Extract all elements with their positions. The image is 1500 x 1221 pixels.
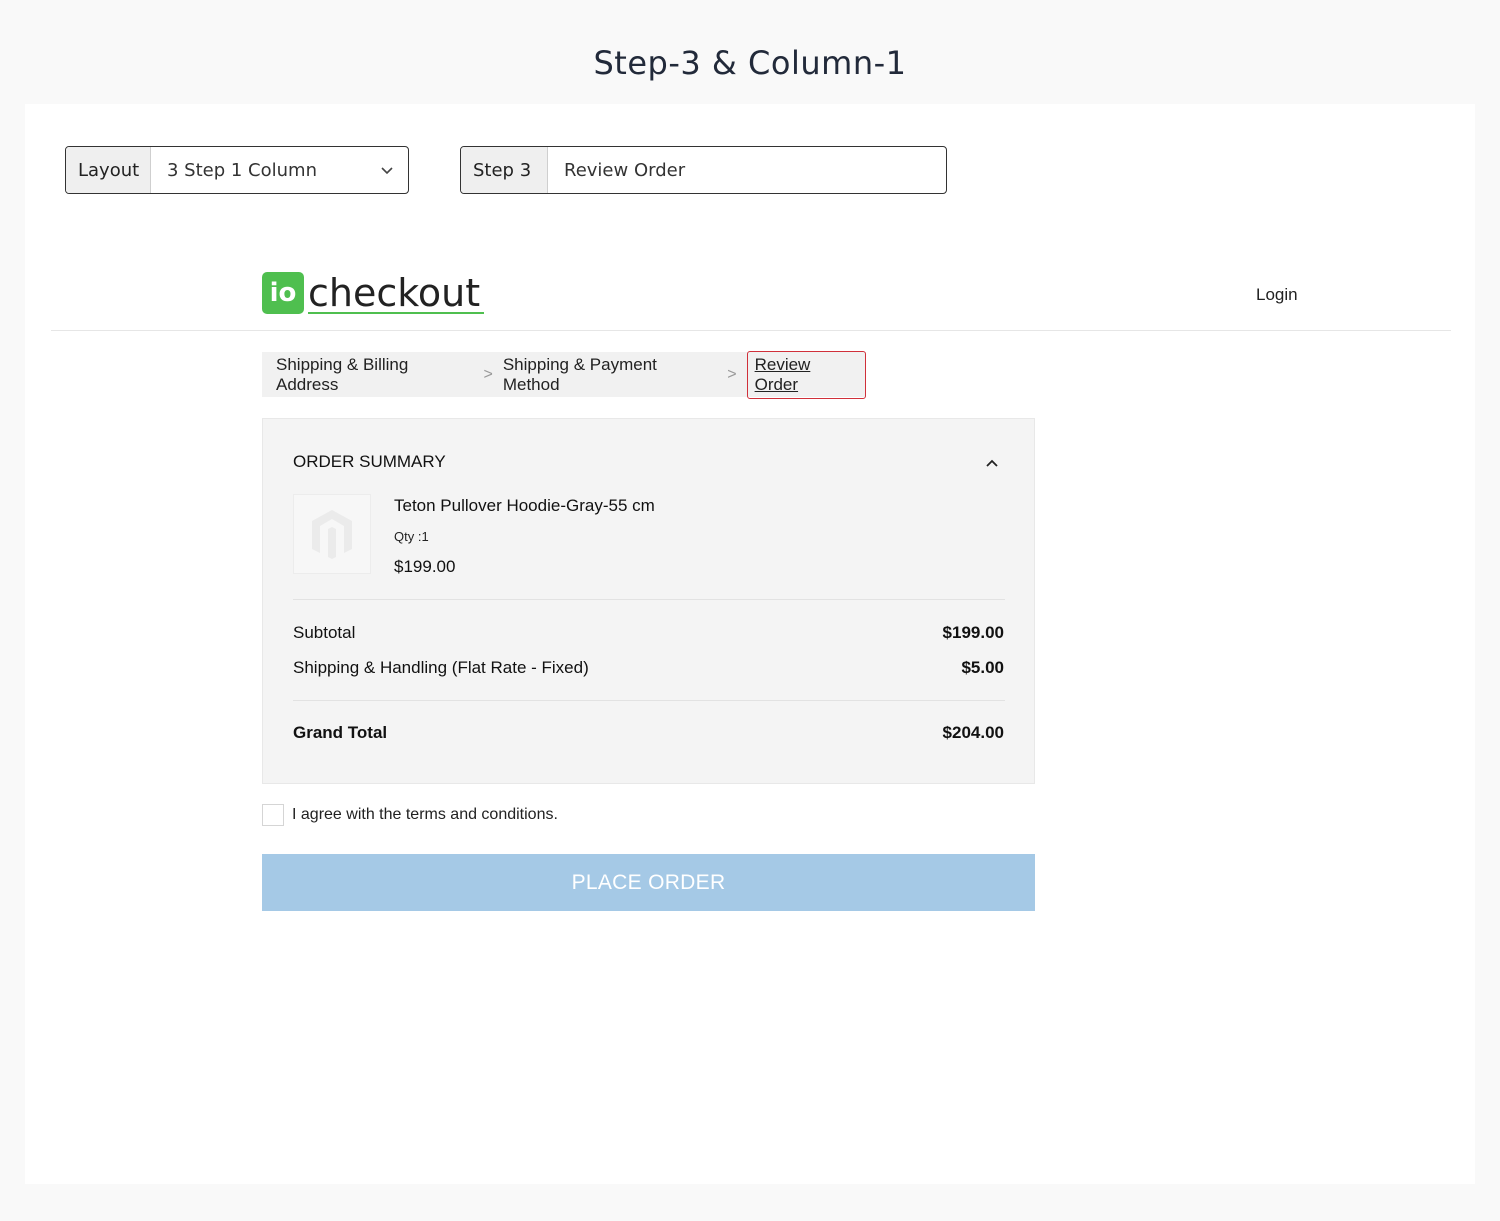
grand-total-value: $204.00 — [942, 723, 1004, 742]
login-link[interactable]: Login — [1256, 285, 1298, 305]
breadcrumb-review-order[interactable]: Review Order — [746, 350, 866, 399]
step-label: Step 3 — [461, 147, 548, 193]
subtotal-label: Subtotal — [293, 623, 356, 642]
layout-label: Layout — [66, 147, 151, 193]
subtotal-value: $199.00 — [942, 623, 1004, 642]
product-name: Teton Pullover Hoodie-Gray-55 cm — [394, 496, 655, 515]
step-field[interactable]: Step 3 Review Order — [460, 146, 947, 194]
layout-select[interactable]: Layout 3 Step 1 Column — [65, 146, 409, 194]
terms-checkbox[interactable] — [262, 804, 284, 826]
header-divider — [51, 330, 1451, 331]
layout-value[interactable]: 3 Step 1 Column — [151, 147, 380, 193]
breadcrumb-shipping-billing[interactable]: Shipping & Billing Address — [276, 355, 474, 395]
order-summary-title: ORDER SUMMARY — [293, 452, 446, 471]
product-thumbnail — [293, 494, 371, 574]
shipping-value: $5.00 — [961, 658, 1004, 677]
place-order-button[interactable]: PLACE ORDER — [262, 854, 1035, 911]
terms-agreement: I agree with the terms and conditions. — [262, 804, 558, 826]
iocheckout-logo[interactable]: io checkout — [262, 272, 485, 314]
product-price: $199.00 — [394, 557, 456, 576]
breadcrumb: Shipping & Billing Address > Shipping & … — [262, 350, 866, 399]
page-heading: Step-3 & Column-1 — [593, 44, 907, 82]
shipping-label: Shipping & Handling (Flat Rate - Fixed) — [293, 658, 589, 677]
terms-label[interactable]: I agree with the terms and conditions. — [292, 806, 558, 824]
chevron-right-icon: > — [483, 365, 493, 383]
chevron-down-icon[interactable] — [380, 147, 408, 193]
step-value[interactable]: Review Order — [548, 147, 946, 193]
chevron-right-icon: > — [727, 365, 737, 383]
product-placeholder-icon — [312, 510, 352, 559]
summary-divider — [293, 599, 1005, 600]
totals-divider — [293, 700, 1005, 701]
chevron-up-icon[interactable] — [985, 455, 999, 473]
order-summary-panel: ORDER SUMMARY Teton Pullover Hoodie-Gray… — [262, 418, 1035, 784]
breadcrumb-shipping-payment[interactable]: Shipping & Payment Method — [503, 355, 717, 395]
grand-total-label: Grand Total — [293, 723, 388, 742]
product-qty: Qty :1 — [394, 529, 429, 544]
logo-badge: io — [262, 272, 304, 314]
logo-text: checkout — [308, 274, 485, 314]
demo-frame: Layout 3 Step 1 Column Step 3 Review Ord… — [25, 104, 1475, 1184]
